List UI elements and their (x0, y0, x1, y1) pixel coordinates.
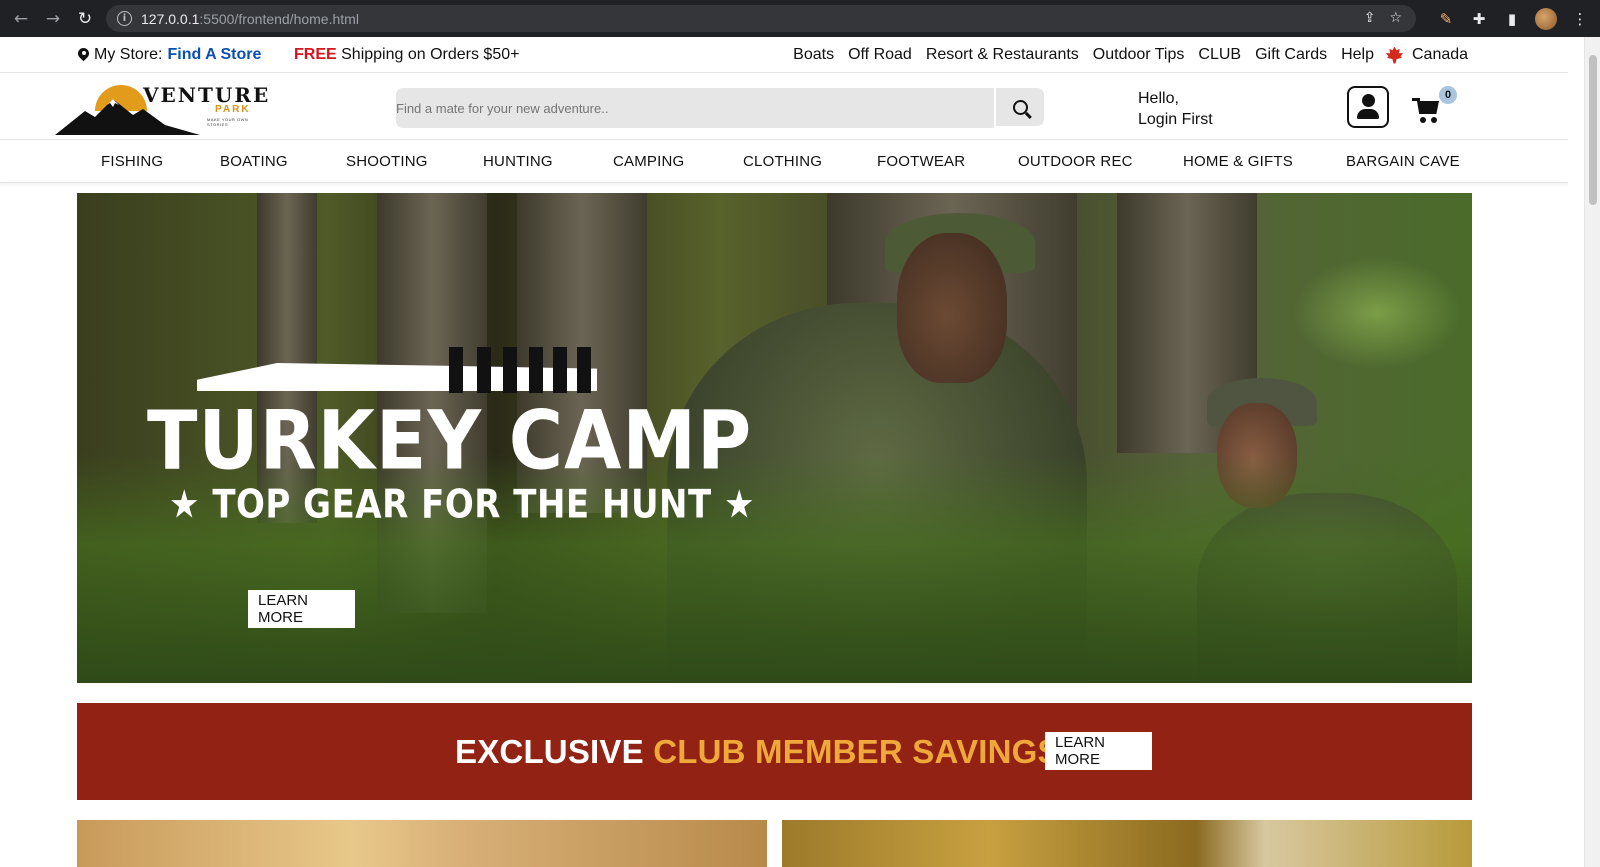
link-club[interactable]: CLUB (1198, 46, 1241, 64)
hero-subtitle: ★ TOP GEAR FOR THE HUNT ★ (169, 482, 756, 528)
hunter-head (897, 233, 1007, 383)
cart-wheel (1420, 117, 1426, 123)
feather-stripe (477, 347, 491, 393)
hero-title: TURKEY CAMP (147, 393, 753, 489)
cart-handle (1412, 98, 1420, 101)
feather-stripe (503, 347, 517, 393)
cart-count-badge: 0 (1439, 86, 1457, 104)
user-icon (1361, 93, 1375, 107)
link-gift-cards[interactable]: Gift Cards (1255, 46, 1327, 64)
feather-stripe (577, 347, 591, 393)
share-icon[interactable]: ⇪ (1364, 10, 1376, 26)
category-nav: FISHING BOATING SHOOTING HUNTING CAMPING… (0, 141, 1568, 183)
cart-wheel (1431, 117, 1437, 123)
site-header: VENTURE PARK MAKE YOUR OWN STORIES Hello… (0, 72, 1568, 140)
shipping-promo: FREE Shipping on Orders $50+ (294, 46, 519, 64)
account-button[interactable] (1347, 86, 1389, 128)
club-word-savings: CLUB MEMBER SAVINGS (653, 733, 1060, 770)
link-outdoor-tips[interactable]: Outdoor Tips (1093, 46, 1185, 64)
url-path: :5500/frontend/home.html (199, 10, 359, 27)
country-label: Canada (1412, 46, 1469, 63)
search-input[interactable] (396, 88, 994, 128)
feather-stripe (449, 347, 463, 393)
club-word-exclusive: EXCLUSIVE (455, 733, 644, 770)
browser-toolbar: ← → ↻ i 127.0.0.1:5500/frontend/home.htm… (0, 0, 1600, 37)
nav-camping[interactable]: CAMPING (613, 153, 684, 170)
nav-bargain-cave[interactable]: BARGAIN CAVE (1346, 153, 1460, 170)
feather-graphic (197, 333, 597, 393)
web-page: My Store: Find A Store FREE Shipping on … (0, 37, 1568, 867)
club-savings-banner[interactable]: EXCLUSIVE CLUB MEMBER SAVINGS LEARN MORE (77, 703, 1472, 800)
nav-footwear[interactable]: FOOTWEAR (877, 153, 965, 170)
back-icon[interactable]: ← (5, 0, 37, 37)
reload-icon[interactable]: ↻ (69, 0, 101, 37)
promo-tile-right[interactable] (782, 820, 1472, 867)
logo-tagline: MAKE YOUR OWN STORIES (207, 117, 249, 127)
nav-boating[interactable]: BOATING (220, 153, 288, 170)
hero-learn-more-button[interactable]: LEARN MORE (248, 590, 355, 628)
search-button[interactable] (996, 88, 1044, 126)
cart-basket (1417, 101, 1439, 114)
profile-avatar[interactable] (1535, 7, 1557, 30)
url-host: 127.0.0.1 (141, 10, 200, 27)
user-icon-body (1357, 108, 1379, 119)
extensions-puzzle-icon[interactable]: ✚ (1469, 10, 1489, 28)
shipping-text: Shipping on Orders $50+ (341, 46, 520, 63)
nav-outdoor-rec[interactable]: OUTDOOR REC (1018, 153, 1133, 170)
cart-icon[interactable] (1412, 98, 1442, 126)
store-prefix: My Store: (94, 46, 163, 63)
nav-fishing[interactable]: FISHING (101, 153, 163, 170)
my-store: My Store: Find A Store (78, 46, 261, 64)
club-headline: EXCLUSIVE CLUB MEMBER SAVINGS (455, 733, 1060, 771)
find-store-link[interactable]: Find A Store (167, 46, 261, 64)
side-panel-icon[interactable]: ▮ (1502, 10, 1522, 28)
search-icon (1012, 99, 1028, 115)
utility-links: Boats Off Road Resort & Restaurants Outd… (793, 46, 1374, 64)
country-selector[interactable]: Canada (1386, 46, 1468, 64)
link-resort-restaurants[interactable]: Resort & Restaurants (926, 46, 1079, 64)
map-pin-icon (78, 48, 89, 63)
hero-banner[interactable]: TURKEY CAMP ★ TOP GEAR FOR THE HUNT ★ LE… (77, 193, 1472, 683)
venture-park-logo[interactable]: VENTURE PARK MAKE YOUR OWN STORIES (55, 81, 270, 135)
nav-clothing[interactable]: CLOTHING (743, 153, 822, 170)
link-boats[interactable]: Boats (793, 46, 834, 64)
nav-hunting[interactable]: HUNTING (483, 153, 553, 170)
logo-wordmark: VENTURE (143, 83, 271, 107)
promo-tile-left[interactable] (77, 820, 767, 867)
free-label: FREE (294, 46, 337, 63)
pen-extension-icon[interactable]: ✎ (1436, 10, 1456, 28)
greeting-line: Hello, (1138, 90, 1179, 107)
search-box (396, 88, 994, 128)
link-off-road[interactable]: Off Road (848, 46, 912, 64)
address-bar[interactable]: i 127.0.0.1:5500/frontend/home.html ⇪ ☆ (106, 5, 1416, 32)
nav-home-gifts[interactable]: HOME & GIFTS (1183, 153, 1293, 170)
maple-leaf-icon (1386, 46, 1403, 64)
link-help[interactable]: Help (1341, 46, 1374, 64)
site-info-icon[interactable]: i (117, 11, 132, 26)
page-scrollbar[interactable] (1584, 37, 1600, 867)
nav-shooting[interactable]: SHOOTING (346, 153, 428, 170)
feather-stripe (553, 347, 567, 393)
utility-bar: My Store: Find A Store FREE Shipping on … (0, 37, 1568, 72)
bookmark-star-icon[interactable]: ☆ (1389, 10, 1402, 26)
menu-kebab-icon[interactable]: ⋮ (1570, 10, 1590, 28)
login-greeting[interactable]: Hello, Login First (1138, 88, 1213, 130)
login-prompt: Login First (1138, 111, 1213, 128)
scrollbar-thumb[interactable] (1589, 55, 1597, 205)
feather-stripe (529, 347, 543, 393)
club-learn-more-button[interactable]: LEARN MORE (1045, 732, 1152, 770)
forward-icon[interactable]: → (37, 0, 69, 37)
logo-subtext: PARK (215, 104, 251, 115)
